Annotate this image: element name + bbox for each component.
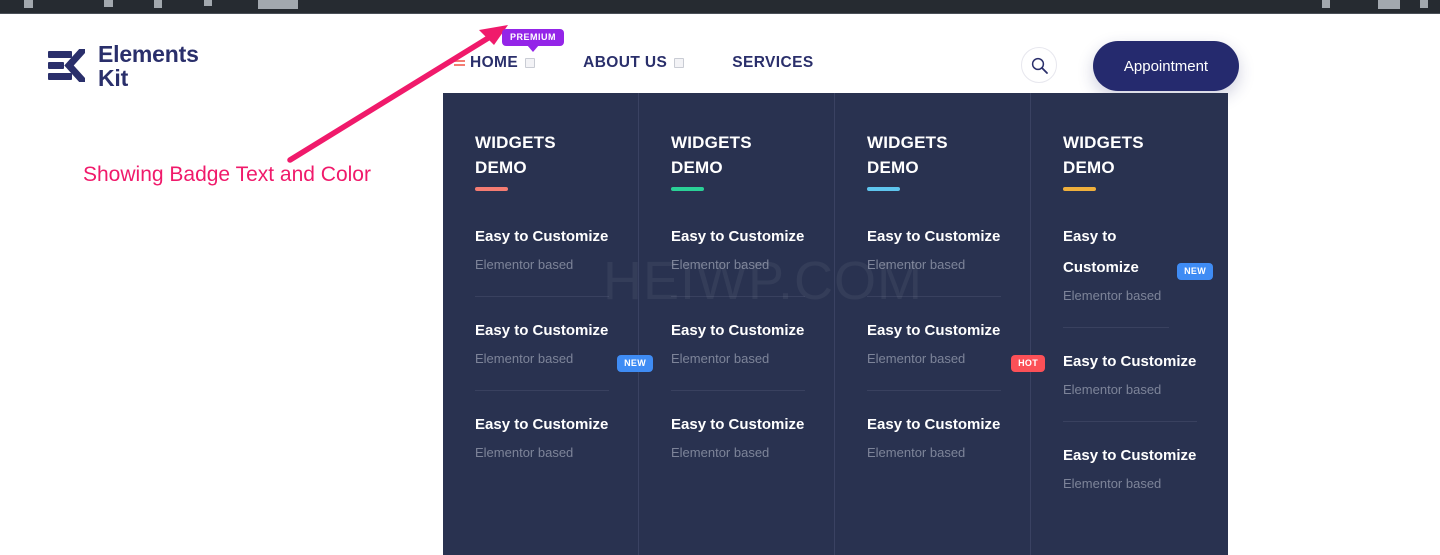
menu-item-title: Easy to Customize xyxy=(1063,353,1197,371)
mega-menu-column-1: WIDGETS DEMO Easy to Customize Elementor… xyxy=(443,93,653,555)
column-items: Easy to Customize Elementor based Easy t… xyxy=(475,221,653,484)
chrome-partial-icon-1 xyxy=(24,0,33,8)
logo-text-line2: Kit xyxy=(98,65,129,92)
annotation-text: Showing Badge Text and Color xyxy=(83,163,371,186)
menu-item[interactable]: Easy to Customize Elementor based xyxy=(867,409,1001,484)
column-title-line2: DEMO xyxy=(671,157,723,177)
menu-item[interactable]: Easy to Customize Elementor based NEW xyxy=(1063,221,1213,329)
chevron-left-icon xyxy=(64,49,85,83)
nav-item-services[interactable]: SERVICES xyxy=(732,54,813,72)
column-title-line1: WIDGETS xyxy=(1063,133,1144,152)
browser-chrome-bar xyxy=(0,0,1440,14)
menu-item-title: Easy to Customize xyxy=(475,228,609,246)
column-items: Easy to Customize Elementor based Easy t… xyxy=(867,221,1045,484)
menu-item-subtitle: Elementor based xyxy=(1063,382,1162,398)
menu-item-subtitle: Elementor based xyxy=(867,351,966,367)
column-underline xyxy=(867,187,900,192)
column-title: WIDGETS DEMO xyxy=(867,131,1030,180)
mega-menu-panel: WIDGETS DEMO Easy to Customize Elementor… xyxy=(443,93,1228,555)
column-title-line1: WIDGETS xyxy=(671,133,752,152)
menu-item-subtitle: Elementor based xyxy=(475,444,574,460)
menu-item[interactable]: Easy to Customize Elementor based xyxy=(475,221,609,298)
menu-item[interactable]: Easy to Customize Elementor based HOT xyxy=(867,315,1045,391)
search-button[interactable] xyxy=(1021,47,1057,83)
elementskit-logo-mark-icon xyxy=(48,46,88,86)
menu-item[interactable]: Easy to Customize Elementor based xyxy=(475,409,609,484)
menu-item-subtitle: Elementor based xyxy=(867,444,966,460)
screenshot-root: Elements Kit HOME ABOUT US SERVICES PREM… xyxy=(0,0,1440,555)
menu-item[interactable]: Easy to Customize Elementor based xyxy=(671,221,805,298)
menu-item-subtitle: Elementor based xyxy=(475,257,574,273)
menu-item-subtitle: Elementor based xyxy=(867,257,966,273)
main-navigation: HOME ABOUT US SERVICES xyxy=(454,54,814,72)
mega-menu-column-3: WIDGETS DEMO Easy to Customize Elementor… xyxy=(835,93,1045,555)
chevron-down-icon[interactable] xyxy=(525,58,536,68)
menu-item-subtitle: Elementor based xyxy=(671,351,770,367)
menu-item-title: Easy to Customize xyxy=(1063,446,1197,464)
site-logo[interactable]: Elements Kit xyxy=(48,42,199,90)
site-header: Elements Kit HOME ABOUT US SERVICES PREM… xyxy=(0,14,1440,94)
nav-item-about-us-label: ABOUT US xyxy=(583,54,668,71)
menu-item-title: Easy to Customize xyxy=(867,228,1001,246)
column-title-line2: DEMO xyxy=(1063,157,1115,177)
menu-item-subtitle: Elementor based xyxy=(475,351,574,367)
column-underline xyxy=(1063,187,1096,192)
appointment-button[interactable]: Appointment xyxy=(1093,41,1239,91)
chrome-partial-icon-3 xyxy=(154,0,162,8)
menu-item-title: Easy to Customize xyxy=(475,322,609,340)
chrome-partial-icon-5 xyxy=(258,0,298,9)
search-icon xyxy=(1031,57,1048,74)
menu-item-subtitle: Elementor based xyxy=(671,257,770,273)
menu-item-subtitle: Elementor based xyxy=(1063,288,1162,304)
column-items: Easy to Customize Elementor based NEW Ea… xyxy=(1063,221,1227,514)
menu-item-subtitle: Elementor based xyxy=(1063,475,1162,491)
column-underline xyxy=(475,187,508,192)
column-title-line2: DEMO xyxy=(867,157,919,177)
logo-text: Elements Kit xyxy=(98,42,199,90)
mega-menu-column-2: WIDGETS DEMO Easy to Customize Elementor… xyxy=(639,93,835,555)
column-title: WIDGETS DEMO xyxy=(475,131,638,180)
nav-item-home[interactable]: HOME xyxy=(454,54,536,72)
menu-item-title: Easy to Customize xyxy=(671,415,805,433)
menu-item-title: Easy to Customize xyxy=(671,228,805,246)
nav-item-about-us[interactable]: ABOUT US xyxy=(583,54,685,72)
column-items: Easy to Customize Elementor based Easy t… xyxy=(671,221,834,483)
chrome-partial-icon-7 xyxy=(1378,0,1400,9)
column-title: WIDGETS DEMO xyxy=(1063,131,1227,180)
mega-menu-column-4: WIDGETS DEMO Easy to Customize Elementor… xyxy=(1031,93,1227,555)
column-title-line1: WIDGETS xyxy=(867,133,948,152)
logo-text-line1: Elements xyxy=(98,41,199,67)
chrome-partial-icon-8 xyxy=(1420,0,1428,8)
chevron-down-icon[interactable] xyxy=(674,58,685,68)
menu-item-title: Easy to Customize xyxy=(1063,228,1139,277)
column-title-line1: WIDGETS xyxy=(475,133,556,152)
chrome-partial-icon-6 xyxy=(1322,0,1330,8)
menu-item[interactable]: Easy to Customize Elementor based xyxy=(867,221,1001,298)
hamburger-bullet-icon xyxy=(454,60,465,62)
menu-item-subtitle: Elementor based xyxy=(671,444,770,460)
menu-item-badge-new: NEW xyxy=(1177,263,1213,281)
menu-item[interactable]: Easy to Customize Elementor based NEW xyxy=(475,315,653,391)
menu-item[interactable]: Easy to Customize Elementor based xyxy=(1063,440,1197,515)
nav-item-services-label: SERVICES xyxy=(732,54,814,71)
column-title-line2: DEMO xyxy=(475,157,527,177)
menu-item[interactable]: Easy to Customize Elementor based xyxy=(1063,346,1197,422)
chrome-partial-icon-2 xyxy=(104,0,113,7)
menu-item-title: Easy to Customize xyxy=(475,415,609,433)
menu-item[interactable]: Easy to Customize Elementor based xyxy=(671,315,805,391)
chrome-partial-icon-4 xyxy=(204,0,212,6)
premium-badge: PREMIUM xyxy=(502,29,564,46)
menu-item-title: Easy to Customize xyxy=(671,322,805,340)
column-underline xyxy=(671,187,704,192)
menu-item[interactable]: Easy to Customize Elementor based xyxy=(671,409,805,484)
nav-item-home-label: HOME xyxy=(470,54,519,71)
column-title: WIDGETS DEMO xyxy=(671,131,834,180)
menu-item-title: Easy to Customize xyxy=(867,322,1001,340)
menu-item-title: Easy to Customize xyxy=(867,415,1001,433)
